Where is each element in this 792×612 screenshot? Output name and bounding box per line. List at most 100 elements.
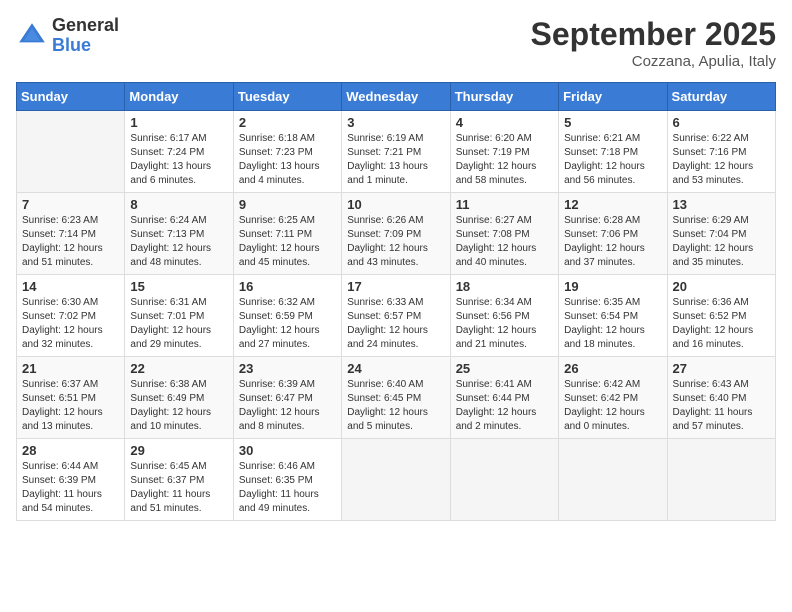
day-info: Sunrise: 6:41 AM Sunset: 6:44 PM Dayligh… [456,378,553,434]
day-number: 14 [22,279,119,294]
day-info: Sunrise: 6:26 AM Sunset: 7:09 PM Dayligh… [347,214,444,270]
day-number: 26 [564,361,661,376]
week-row-5: 28Sunrise: 6:44 AM Sunset: 6:39 PM Dayli… [17,439,776,521]
day-number: 4 [456,115,553,130]
calendar-cell: 11Sunrise: 6:27 AM Sunset: 7:08 PM Dayli… [450,193,558,275]
day-number: 19 [564,279,661,294]
day-number: 16 [239,279,336,294]
calendar-cell [342,439,450,521]
weekday-tuesday: Tuesday [233,83,341,111]
day-number: 29 [130,443,227,458]
day-number: 6 [673,115,770,130]
day-info: Sunrise: 6:45 AM Sunset: 6:37 PM Dayligh… [130,460,227,516]
calendar-cell: 29 Sunrise: 6:45 AM Sunset: 6:37 PM Dayli… [125,439,233,521]
day-number: 20 [673,279,770,294]
day-info: Sunrise: 6:18 AM Sunset: 7:23 PM Dayligh… [239,132,336,188]
day-info: Sunrise: 6:29 AM Sunset: 7:04 PM Dayligh… [673,214,770,270]
logo: General Blue [16,16,119,56]
day-number: 30 [239,443,336,458]
day-info: Sunrise: 6:19 AM Sunset: 7:21 PM Dayligh… [347,132,444,188]
calendar-cell: 12 Sunrise: 6:28 AM Sunset: 7:06 PM Dayli… [559,193,667,275]
day-number: 5 [564,115,661,130]
day-number: 28 [22,443,119,458]
day-number: 18 [456,279,553,294]
day-info: Sunrise: 6:22 AM Sunset: 7:16 PM Dayligh… [673,132,770,188]
weekday-header-row: SundayMondayTuesdayWednesdayThursdayFrid… [17,83,776,111]
weekday-monday: Monday [125,83,233,111]
calendar-cell: 7Sunrise: 6:23 AM Sunset: 7:14 PM Daylig… [17,193,125,275]
calendar-cell: 6 Sunrise: 6:22 AM Sunset: 7:16 PM Daylig… [667,111,775,193]
calendar-cell [450,439,558,521]
day-info: Sunrise: 6:24 AM Sunset: 7:13 PM Dayligh… [130,214,227,270]
day-number: 1 [130,115,227,130]
day-info: Sunrise: 6:28 AM Sunset: 7:06 PM Dayligh… [564,214,661,270]
day-info: Sunrise: 6:34 AM Sunset: 6:56 PM Dayligh… [456,296,553,352]
day-info: Sunrise: 6:35 AM Sunset: 6:54 PM Dayligh… [564,296,661,352]
day-number: 9 [239,197,336,212]
logo-text: General Blue [52,16,119,56]
calendar-cell: 4Sunrise: 6:20 AM Sunset: 7:19 PM Daylig… [450,111,558,193]
day-info: Sunrise: 6:37 AM Sunset: 6:51 PM Dayligh… [22,378,119,434]
weekday-saturday: Saturday [667,83,775,111]
day-number: 7 [22,197,119,212]
day-number: 12 [564,197,661,212]
day-info: Sunrise: 6:40 AM Sunset: 6:45 PM Dayligh… [347,378,444,434]
calendar-cell: 22 Sunrise: 6:38 AM Sunset: 6:49 PM Dayli… [125,357,233,439]
day-number: 10 [347,197,444,212]
calendar-cell: 17Sunrise: 6:33 AM Sunset: 6:57 PM Dayli… [342,275,450,357]
calendar-cell: 13 Sunrise: 6:29 AM Sunset: 7:04 PM Dayli… [667,193,775,275]
week-row-3: 14Sunrise: 6:30 AM Sunset: 7:02 PM Dayli… [17,275,776,357]
day-number: 8 [130,197,227,212]
day-number: 15 [130,279,227,294]
day-info: Sunrise: 6:38 AM Sunset: 6:49 PM Dayligh… [130,378,227,434]
calendar-cell: 25Sunrise: 6:41 AM Sunset: 6:44 PM Dayli… [450,357,558,439]
logo-general: General [52,16,119,36]
calendar-cell: 8 Sunrise: 6:24 AM Sunset: 7:13 PM Daylig… [125,193,233,275]
day-info: Sunrise: 6:31 AM Sunset: 7:01 PM Dayligh… [130,296,227,352]
week-row-2: 7Sunrise: 6:23 AM Sunset: 7:14 PM Daylig… [17,193,776,275]
day-info: Sunrise: 6:42 AM Sunset: 6:42 PM Dayligh… [564,378,661,434]
day-number: 2 [239,115,336,130]
day-info: Sunrise: 6:25 AM Sunset: 7:11 PM Dayligh… [239,214,336,270]
calendar: SundayMondayTuesdayWednesdayThursdayFrid… [16,82,776,521]
calendar-cell: 5 Sunrise: 6:21 AM Sunset: 7:18 PM Daylig… [559,111,667,193]
calendar-cell [559,439,667,521]
calendar-cell: 27 Sunrise: 6:43 AM Sunset: 6:40 PM Dayli… [667,357,775,439]
weekday-thursday: Thursday [450,83,558,111]
calendar-cell: 3 Sunrise: 6:19 AM Sunset: 7:21 PM Daylig… [342,111,450,193]
day-info: Sunrise: 6:43 AM Sunset: 6:40 PM Dayligh… [673,378,770,434]
day-number: 23 [239,361,336,376]
title-block: September 2025 Cozzana, Apulia, Italy [531,16,776,70]
weekday-wednesday: Wednesday [342,83,450,111]
calendar-cell: 2 Sunrise: 6:18 AM Sunset: 7:23 PM Daylig… [233,111,341,193]
calendar-cell: 28Sunrise: 6:44 AM Sunset: 6:39 PM Dayli… [17,439,125,521]
calendar-cell: 20 Sunrise: 6:36 AM Sunset: 6:52 PM Dayli… [667,275,775,357]
calendar-cell: 18 Sunrise: 6:34 AM Sunset: 6:56 PM Dayli… [450,275,558,357]
day-number: 27 [673,361,770,376]
day-info: Sunrise: 6:21 AM Sunset: 7:18 PM Dayligh… [564,132,661,188]
logo-icon [16,20,48,52]
day-info: Sunrise: 6:46 AM Sunset: 6:35 PM Dayligh… [239,460,336,516]
calendar-cell: 9 Sunrise: 6:25 AM Sunset: 7:11 PM Daylig… [233,193,341,275]
calendar-cell: 19 Sunrise: 6:35 AM Sunset: 6:54 PM Dayli… [559,275,667,357]
day-info: Sunrise: 6:36 AM Sunset: 6:52 PM Dayligh… [673,296,770,352]
calendar-cell: 1Sunrise: 6:17 AM Sunset: 7:24 PM Daylig… [125,111,233,193]
weekday-sunday: Sunday [17,83,125,111]
day-number: 13 [673,197,770,212]
weekday-friday: Friday [559,83,667,111]
day-number: 17 [347,279,444,294]
calendar-cell: 21 Sunrise: 6:37 AM Sunset: 6:51 PM Dayli… [17,357,125,439]
day-info: Sunrise: 6:32 AM Sunset: 6:59 PM Dayligh… [239,296,336,352]
day-number: 22 [130,361,227,376]
calendar-cell [667,439,775,521]
day-number: 11 [456,197,553,212]
calendar-cell: 30 Sunrise: 6:46 AM Sunset: 6:35 PM Dayli… [233,439,341,521]
week-row-1: 1Sunrise: 6:17 AM Sunset: 7:24 PM Daylig… [17,111,776,193]
logo-blue: Blue [52,36,119,56]
calendar-cell: 15 Sunrise: 6:31 AM Sunset: 7:01 PM Dayli… [125,275,233,357]
day-number: 3 [347,115,444,130]
day-number: 21 [22,361,119,376]
page-header: General Blue September 2025 Cozzana, Apu… [16,16,776,70]
calendar-cell [17,111,125,193]
day-info: Sunrise: 6:39 AM Sunset: 6:47 PM Dayligh… [239,378,336,434]
